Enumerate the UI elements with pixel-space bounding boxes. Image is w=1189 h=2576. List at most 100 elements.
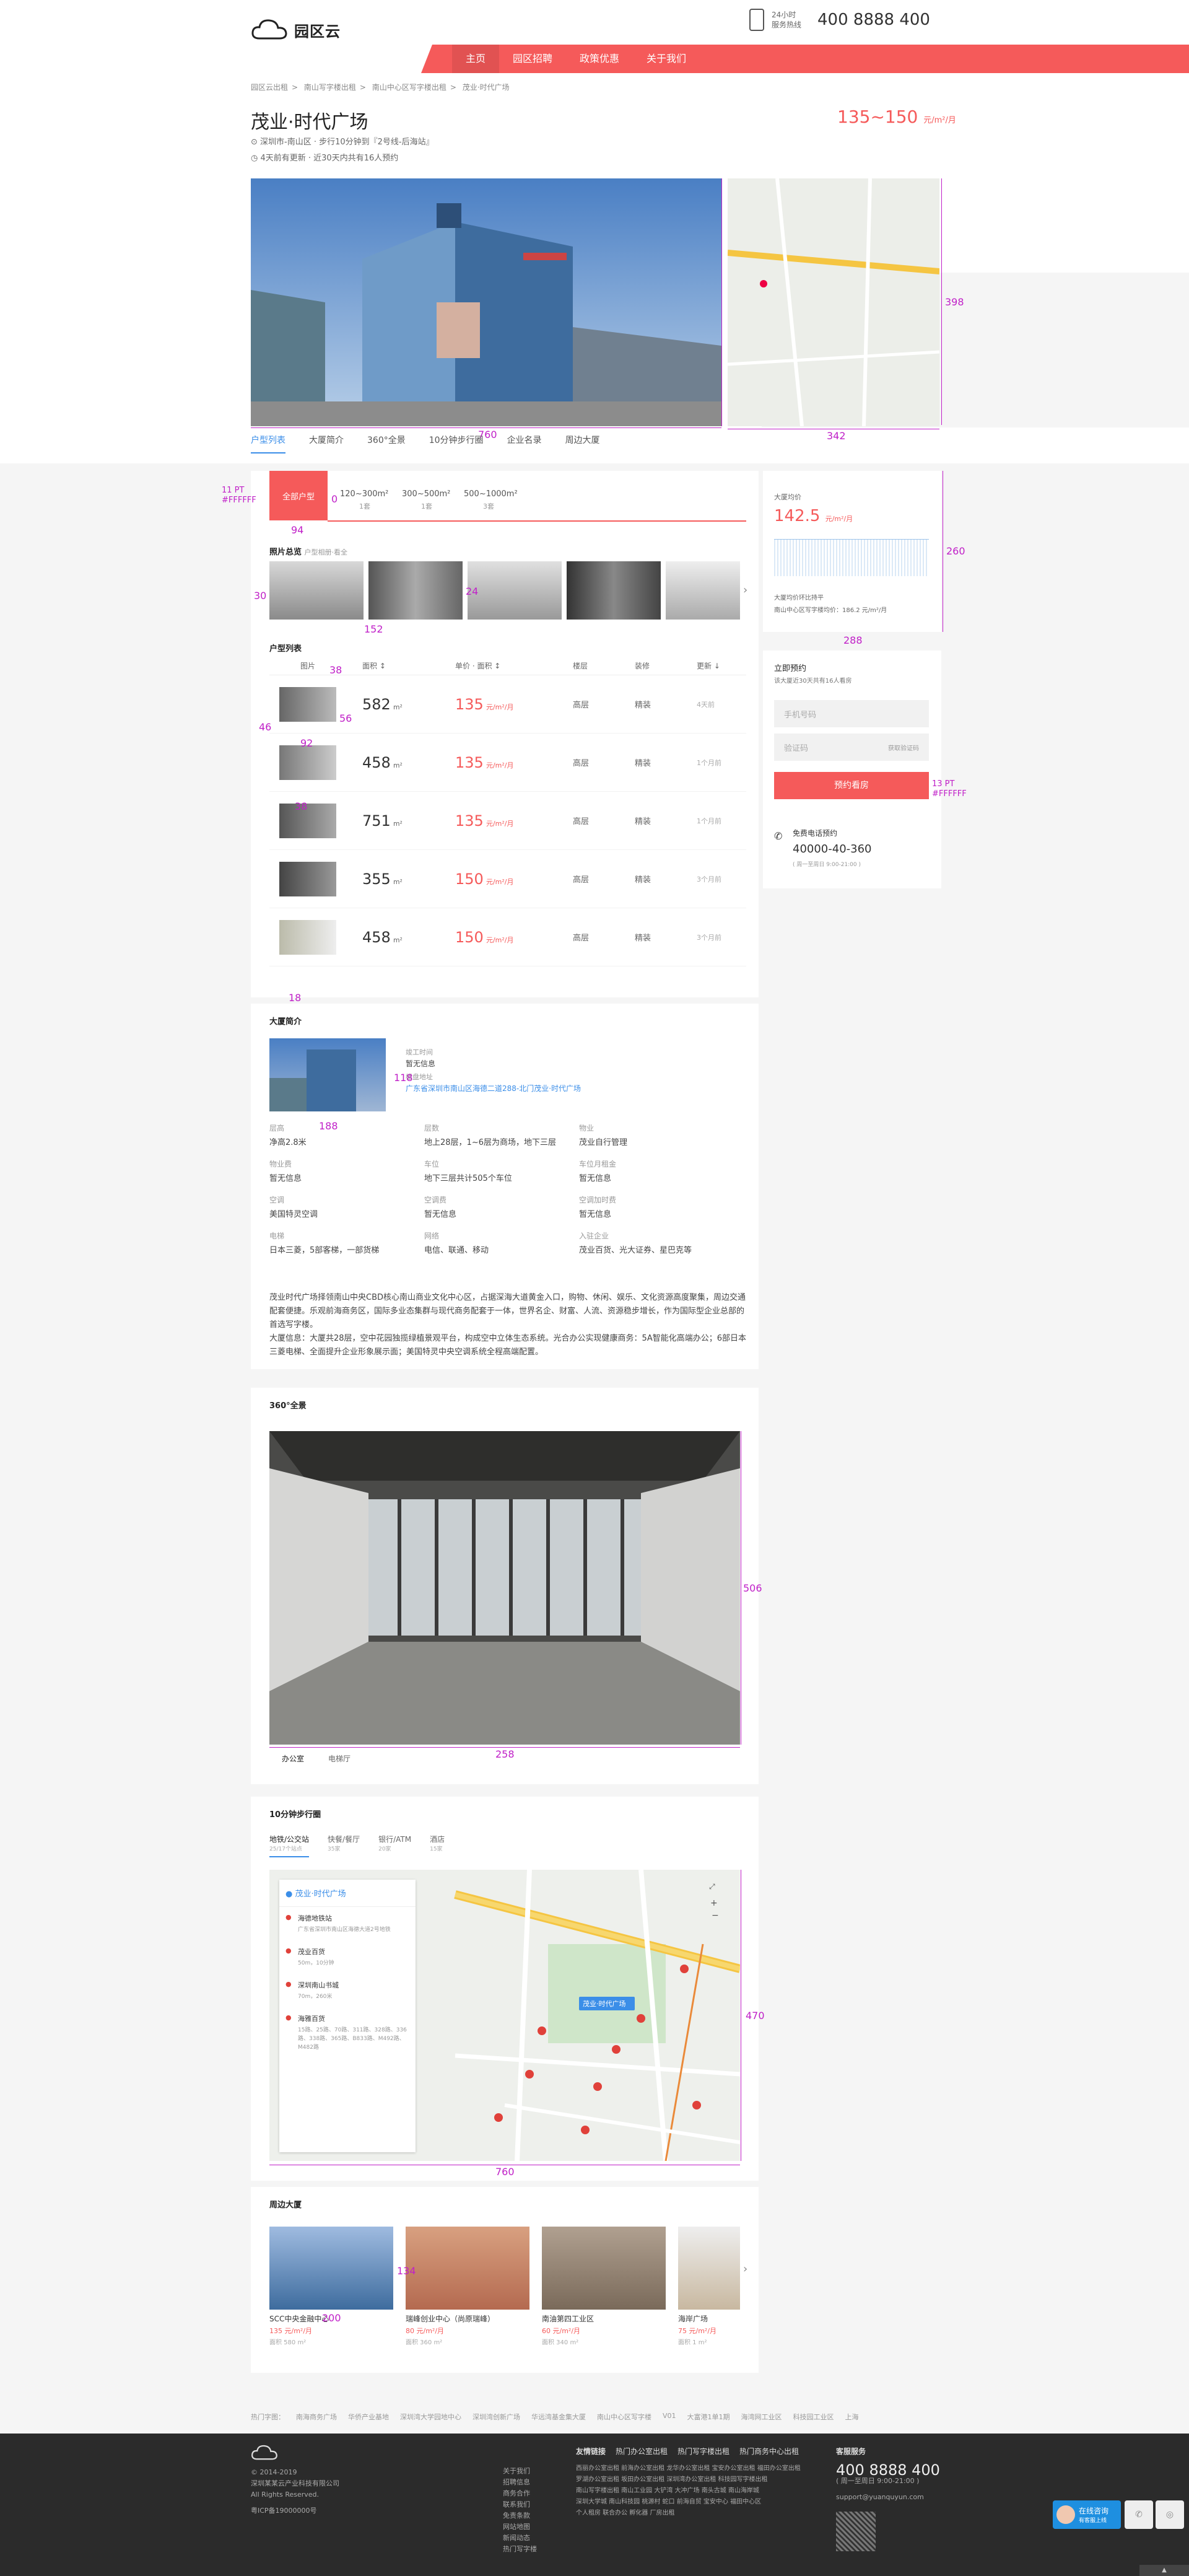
crumb-3[interactable]: 南山中心区写字楼出租 (372, 83, 446, 92)
photo-thumb[interactable] (666, 561, 740, 620)
hot-link[interactable]: 华侨产业基地 (348, 2412, 389, 2422)
tab-companies[interactable]: 企业名录 (507, 434, 542, 453)
unit-thumb[interactable] (279, 919, 336, 955)
filter-option-2[interactable]: 300~500m² 1套 (390, 471, 451, 520)
photo-thumb[interactable] (567, 561, 661, 620)
hot-link[interactable]: V01 (663, 2412, 676, 2422)
crumb-1[interactable]: 园区云出租 (251, 83, 288, 92)
footer-link[interactable]: 网站地图 (503, 2521, 537, 2533)
location-map[interactable] (728, 178, 939, 426)
col-price[interactable]: 单价 · 面积 ↕ (455, 657, 573, 675)
code-input[interactable]: 验证码 获取验证码 (774, 734, 929, 761)
poi-item[interactable]: ● 海雅百货 15路、25路、70路、311路、328路、336路、338路、365… (279, 2007, 416, 2058)
service-mail[interactable]: support@yuanquyun.com (836, 2492, 940, 2503)
hot-link[interactable]: 科技园工业区 (793, 2412, 834, 2422)
tab-vr[interactable]: 360°全景 (367, 434, 406, 453)
walk-category[interactable]: 酒店 15家 (430, 1834, 445, 1857)
photos-label: 照片总览 (269, 548, 302, 557)
nearby-item[interactable]: SCC中央金融中心 135 元/m²/月 面积 580 m² (269, 2227, 393, 2346)
friend-line[interactable]: 西丽办公室出租 前海办公室出租 龙华办公室出租 宝安办公室出租 福田办公室出租 (576, 2463, 836, 2474)
walk-category[interactable]: 银行/ATM 20家 (378, 1834, 411, 1857)
photo-thumb[interactable] (468, 561, 562, 620)
friend-line[interactable]: 南山写字楼出租 南山工业园 大铲湾 大冲广场 南头古城 南山海岸城 (576, 2486, 836, 2497)
phone-float-icon[interactable]: ✆ (1125, 2500, 1153, 2529)
unit-thumb[interactable] (279, 745, 336, 780)
hot-link[interactable]: 大富港1单1期 (687, 2412, 730, 2422)
hero-photo[interactable] (251, 178, 721, 426)
table-row[interactable]: 458 m² 150 元/m²/月 高层 精装 3个月前 (269, 908, 746, 966)
crumb-2[interactable]: 南山写字楼出租 (304, 83, 356, 92)
unit-thumb[interactable] (279, 861, 336, 896)
vr-viewer[interactable] (269, 1431, 740, 1745)
table-row[interactable]: 751 m² 135 元/m²/月 高层 精装 1个月前 (269, 791, 746, 850)
vr-tab-office[interactable]: 办公室 (282, 1753, 304, 1764)
nearby-item[interactable]: 海岸广场 75 元/m²/月 面积 1 m² (678, 2227, 740, 2346)
icp-number[interactable]: 粤ICP备19000000号 (251, 2505, 339, 2517)
logo[interactable]: 园区云 (251, 17, 341, 42)
intro-p2: 大厦信息：大厦共28层，空中花园独揽绿植景观平台，构成空中立体生态系统。光合办公… (269, 1334, 746, 1357)
nav-recruit[interactable]: 园区招聘 (499, 45, 566, 73)
friend-tab-3[interactable]: 热门商务中心出租 (739, 2446, 799, 2457)
filter-option-3[interactable]: 500~1000m² 3套 (451, 471, 518, 520)
walk-map[interactable]: 茂业·时代广场 ● 茂业·时代广场 ● 海德地铁站 广东省深圳市南山区海德大道2号地… (269, 1870, 740, 2161)
nearby-item[interactable]: 瑞峰创业中心（尚原瑞峰） 80 元/m²/月 面积 360 m² (406, 2227, 529, 2346)
chat-button[interactable]: 在线咨询 有客服上线 (1053, 2500, 1121, 2529)
nav-about[interactable]: 关于我们 (633, 45, 700, 73)
addr-value[interactable]: 广东省深圳市南山区海德二道288-北门茂业·时代广场 (406, 1083, 581, 1093)
col-update[interactable]: 更新 ↓ (697, 657, 746, 675)
vr-tab-elevator[interactable]: 电梯厅 (328, 1753, 351, 1764)
phone-input[interactable]: 手机号码 (774, 700, 929, 727)
next-arrow-icon[interactable]: › (743, 584, 747, 597)
reserve-button[interactable]: 预约看房 (774, 772, 929, 799)
hot-link[interactable]: 华远湾基金集大厦 (531, 2412, 586, 2422)
tab-units[interactable]: 户型列表 (251, 434, 285, 453)
footer-link[interactable]: 免责条款 (503, 2510, 537, 2521)
tab-intro[interactable]: 大厦简介 (309, 434, 344, 453)
poi-item[interactable]: ● 深圳南山书城 70m，260米 (279, 1974, 416, 2007)
col-area[interactable]: 面积 ↕ (362, 657, 455, 675)
hot-link[interactable]: 上海 (845, 2412, 859, 2422)
table-row[interactable]: 582 m² 135 元/m²/月 高层 精装 4天前 (269, 675, 746, 734)
friend-tab-1[interactable]: 热门办公室出租 (616, 2446, 668, 2457)
unit-thumb[interactable] (279, 686, 336, 722)
friend-line[interactable]: 深圳大学城 南山科技园 桃源村 蛇口 前海自贸 宝安中心 福田中心区 (576, 2497, 836, 2508)
info-key: 入驻企业 (579, 1232, 609, 1240)
hot-link[interactable]: 深圳湾创新广场 (473, 2412, 520, 2422)
photo-thumb[interactable] (368, 561, 463, 620)
footer-link[interactable]: 关于我们 (503, 2466, 537, 2477)
footer-link[interactable]: 热门写字楼 (503, 2544, 537, 2555)
nav-home[interactable]: 主页 (452, 45, 500, 73)
friend-tab-2[interactable]: 热门写字楼出租 (677, 2446, 730, 2457)
hot-link[interactable]: 深圳湾大学园地中心 (400, 2412, 461, 2422)
table-row[interactable]: 458 m² 135 元/m²/月 高层 精装 1个月前 (269, 733, 746, 792)
friend-line[interactable]: 罗湖办公室出租 坂田办公室出租 深圳湾办公室出租 科技园写字楼出租 (576, 2474, 836, 2486)
table-row[interactable]: 355 m² 150 元/m²/月 高层 精装 3个月前 (269, 849, 746, 908)
footer-link[interactable]: 新闻动态 (503, 2533, 537, 2544)
wechat-float-icon[interactable]: ◎ (1156, 2500, 1184, 2529)
nearby-next-icon[interactable]: › (743, 2263, 747, 2276)
footer-link[interactable]: 联系我们 (503, 2499, 537, 2510)
get-code-button[interactable]: 获取验证码 (888, 743, 919, 752)
walk-category[interactable]: 快餐/餐厅 35家 (328, 1834, 360, 1857)
hot-link[interactable]: 南海商务广场 (296, 2412, 337, 2422)
filter-all[interactable]: 全部户型 (269, 471, 328, 520)
photo-thumb[interactable] (269, 561, 364, 620)
poi-item[interactable]: ● 茂业百货 50m，10分钟 (279, 1940, 416, 1974)
map-zoom-icon[interactable]: ⤢ (709, 1882, 715, 1891)
map-zoom-out-icon[interactable]: − (712, 1911, 719, 1921)
poi-item[interactable]: ● 海德地铁站 广东省深圳市南山区海德大道2号地铁 (279, 1907, 416, 1940)
free-call-number[interactable]: 40000-40-360 (793, 843, 872, 856)
friend-line[interactable]: 个人租房 联合办公 孵化器 厂房出租 (576, 2508, 836, 2519)
nearby-item[interactable]: 南油第四工业区 60 元/m²/月 面积 340 m² (542, 2227, 666, 2346)
unit-thumb[interactable] (279, 803, 336, 838)
map-zoom-in-icon[interactable]: + (710, 1898, 718, 1908)
hot-link[interactable]: 南山中心区写字楼 (597, 2412, 651, 2422)
footer-link[interactable]: 招聘信息 (503, 2477, 537, 2488)
back-top-button[interactable]: ▲ (1139, 2565, 1189, 2576)
tab-walk[interactable]: 10分钟步行圈 (429, 434, 484, 453)
footer-link[interactable]: 商务合作 (503, 2488, 537, 2499)
tab-nearby[interactable]: 周边大厦 (565, 434, 600, 453)
hot-link[interactable]: 海湾网工业区 (741, 2412, 782, 2422)
walk-category[interactable]: 地铁/公交站 25/17个站点 (269, 1834, 310, 1857)
nav-policy[interactable]: 政策优惠 (566, 45, 633, 73)
